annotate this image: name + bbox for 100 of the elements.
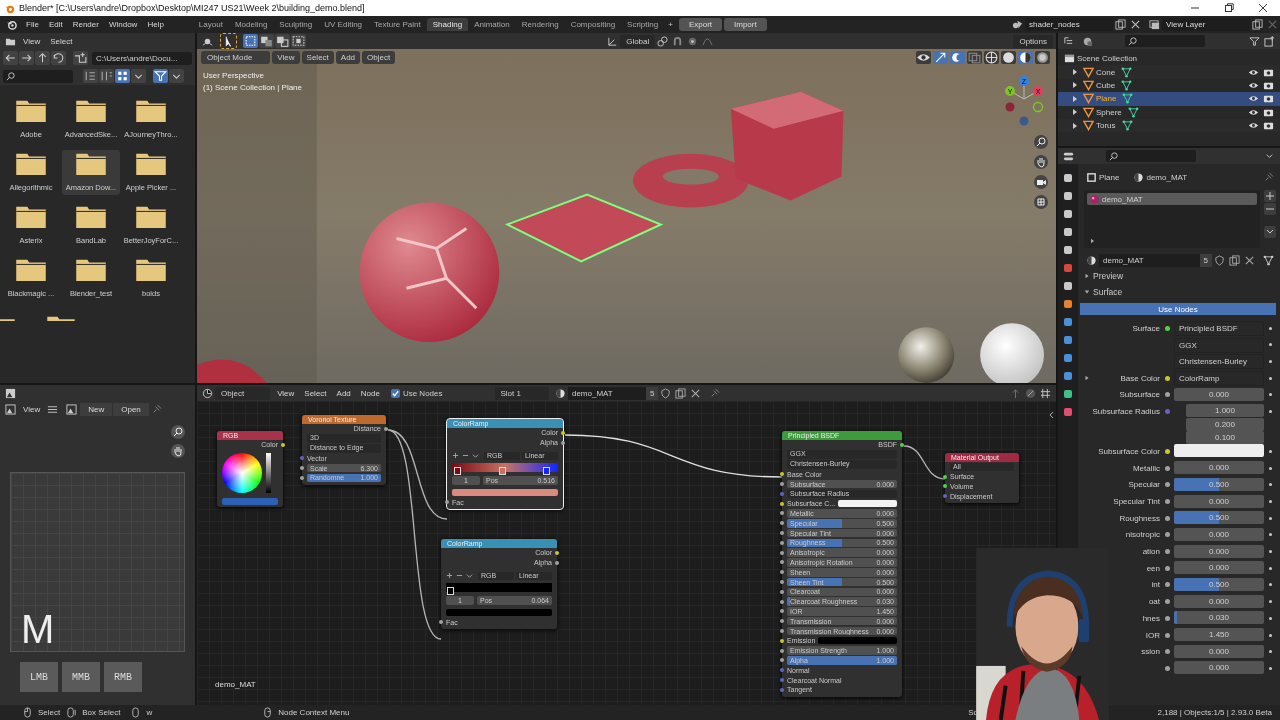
property-value-field[interactable]: 0.000	[1174, 594, 1264, 608]
property-dropdown[interactable]: Principled BSDF	[1174, 321, 1264, 336]
mouse-button-key: MMB	[62, 662, 100, 692]
workspace-tab[interactable]: UV Editing	[318, 18, 369, 31]
pressed-key-label: M	[21, 609, 55, 649]
object-dropdown[interactable]: Object	[215, 386, 271, 400]
menu-item[interactable]: Select	[301, 51, 334, 64]
toolbar-button[interactable]: Export	[678, 18, 722, 31]
path-field[interactable]: C:\Users\andre\Docu...	[92, 51, 192, 65]
material-name-field[interactable]: demo_MAT	[1099, 253, 1200, 267]
workspace-tab[interactable]: Shading	[426, 18, 469, 31]
menu-item[interactable]: File	[21, 20, 44, 29]
property-value-field[interactable]: 0.000	[1174, 461, 1264, 475]
property-label: Roughness	[1119, 513, 1160, 523]
menu-item[interactable]: Node	[355, 388, 385, 398]
property-label: een	[1146, 563, 1160, 573]
orientation-dropdown[interactable]: Global	[620, 34, 656, 48]
property-value-field[interactable]: 0.000	[1174, 387, 1264, 401]
property-value-field[interactable]: 0.000	[1174, 494, 1264, 508]
breadcrumb-object: Plane	[1099, 172, 1120, 182]
header-button[interactable]: Open	[113, 402, 149, 416]
use-nodes-button[interactable]: Use Nodes	[1080, 303, 1276, 315]
view-menu[interactable]: View	[18, 404, 46, 414]
property-label: IOR	[1145, 630, 1160, 640]
workspace-tab[interactable]: Rendering	[515, 18, 565, 31]
workspace-tab[interactable]: Sculpting	[273, 18, 319, 31]
property-value-field[interactable]: 0.000	[1174, 544, 1264, 558]
property-label: hnes	[1142, 613, 1160, 623]
collection-name[interactable]: Scene Collection	[1077, 54, 1138, 64]
property-label: Subsurface Color	[1098, 446, 1160, 456]
menu-item[interactable]: Add	[335, 51, 361, 64]
add-workspace-button[interactable]: +	[664, 18, 677, 31]
window-title: Blender* [C:\Users\andre\Dropbox\Desktop\MI247 US21\Week 2\building_demo.blend]	[19, 3, 365, 13]
material-label: demo_MAT	[215, 680, 256, 689]
viewport-info-text: (1) Scene Collection | Plane	[203, 83, 303, 92]
property-value-field[interactable]: 0.500	[1174, 577, 1264, 591]
menu-item[interactable]: View	[272, 51, 300, 64]
panel-header[interactable]: Surface	[1084, 284, 1276, 300]
status-hint: Node Context Menu	[278, 708, 350, 717]
menu-item[interactable]: Window	[103, 20, 143, 29]
property-value-field[interactable]: 0.000	[1174, 661, 1264, 675]
menu-item[interactable]: View	[272, 388, 300, 398]
workspace-tab[interactable]: Modeling	[228, 18, 274, 31]
property-label: Metallic	[1132, 463, 1160, 473]
material-name-field[interactable]: demo_MAT	[567, 386, 646, 400]
property-label: ation	[1142, 547, 1160, 557]
property-label: Surface	[1132, 323, 1160, 333]
property-label: Base Color	[1120, 373, 1160, 383]
menu-item[interactable]: Help	[142, 20, 169, 29]
property-dropdown[interactable]: Christensen-Burley	[1174, 354, 1264, 370]
property-value-field[interactable]: 0.500	[1174, 511, 1264, 525]
menu-item[interactable]: View	[18, 36, 46, 46]
property-label: ssion	[1141, 647, 1160, 657]
property-dropdown[interactable]: GGX	[1174, 337, 1264, 353]
property-label: Subsurface	[1119, 390, 1160, 400]
panel-header[interactable]: Preview	[1084, 268, 1276, 284]
menu-item[interactable]: Object	[362, 51, 396, 64]
menu-item[interactable]: Select	[45, 36, 78, 46]
property-value-field[interactable]: 0.200	[1186, 417, 1264, 431]
property-value-field[interactable]: 0.030	[1174, 611, 1264, 625]
menu-item[interactable]: Select	[299, 388, 332, 398]
workspace-tab[interactable]: Animation	[468, 18, 516, 31]
status-hint: Box Select	[82, 708, 121, 717]
slot-dropdown[interactable]: Slot 1	[494, 386, 549, 400]
status-hint: Select	[38, 708, 61, 717]
property-value-field[interactable]: 0.000	[1174, 561, 1264, 575]
mouse-button-key: LMB	[20, 662, 58, 692]
viewport-info-text: User Perspective	[203, 71, 265, 80]
outliner-item[interactable]: Plane	[1058, 92, 1280, 106]
workspace-tab[interactable]: Compositing	[564, 18, 622, 31]
property-label: nisotropic	[1125, 530, 1160, 540]
property-value-field[interactable]: 1.450	[1174, 628, 1264, 641]
scene-field[interactable]: shader_nodes	[1025, 18, 1113, 31]
workspace-tab[interactable]: Layout	[192, 18, 229, 31]
breadcrumb-material: demo_MAT	[1146, 172, 1188, 182]
property-label: Subsurface Radius	[1092, 406, 1160, 416]
property-value-field[interactable]: 1.000	[1186, 404, 1264, 418]
property-value-field[interactable]: 0.500	[1174, 477, 1264, 491]
header-button[interactable]: New	[80, 402, 113, 416]
property-value-field[interactable]: 0.000	[1174, 527, 1264, 541]
use-nodes-checkbox[interactable]: Use Nodes	[390, 388, 443, 398]
menu-item[interactable]: Add	[331, 388, 356, 398]
options-dropdown[interactable]: Options	[1013, 34, 1053, 48]
property-label: int	[1151, 580, 1160, 590]
mode-dropdown[interactable]: Object Mode	[201, 51, 271, 64]
toolbar-button[interactable]: Import	[724, 18, 767, 31]
scene-statistics: 2,188 | Objects:1/5 | 2.93.0 Beta	[1157, 708, 1272, 717]
menu-item[interactable]: Edit	[43, 20, 68, 29]
mouse-button-key: RMB	[104, 662, 142, 692]
view-layer-field[interactable]: View Layer	[1162, 18, 1250, 31]
material-slot[interactable]: demo_MAT	[1087, 193, 1257, 205]
property-value-field[interactable]: 0.000	[1174, 644, 1264, 658]
property-label: Specular	[1128, 480, 1160, 490]
property-dropdown[interactable]: ColorRamp	[1174, 371, 1264, 387]
menu-item[interactable]: Render	[67, 20, 104, 29]
workspace-tab[interactable]: Scripting	[621, 18, 665, 31]
workspace-tab[interactable]: Texture Paint	[368, 18, 427, 31]
property-label: Specular Tint	[1113, 497, 1160, 506]
status-hint: w	[146, 708, 153, 717]
property-value-field[interactable]: 0.100	[1186, 431, 1264, 445]
